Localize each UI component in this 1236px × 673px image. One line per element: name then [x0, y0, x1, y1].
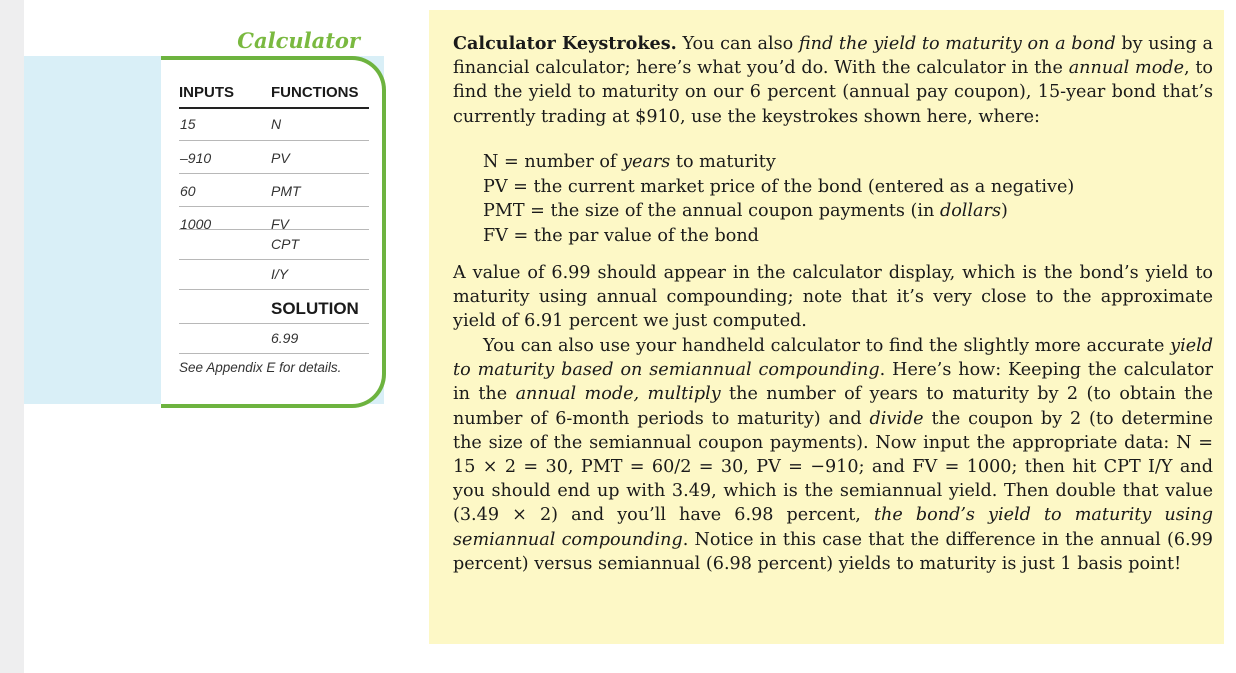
- row-divider: [179, 140, 369, 141]
- input-cell-pmt: 60: [180, 183, 196, 199]
- function-cell-iy: I/Y: [271, 266, 289, 282]
- header-rule: [179, 107, 369, 109]
- input-cell-pv: –910: [180, 150, 212, 166]
- function-cell-pv: PV: [271, 150, 290, 166]
- definition-fv: FV = the par value of the bond: [483, 226, 759, 246]
- row-divider: [179, 259, 369, 260]
- solution-header: SOLUTION: [271, 299, 359, 318]
- row-divider: [179, 229, 369, 230]
- function-cell-n: N: [271, 116, 282, 132]
- section-heading: Calculator Keystrokes.: [453, 33, 677, 54]
- intro-paragraph: Calculator Keystrokes. You can also find…: [453, 32, 1213, 129]
- function-cell-cpt: CPT: [271, 236, 299, 252]
- function-cell-pmt: PMT: [271, 183, 301, 199]
- solution-value: 6.99: [271, 330, 299, 346]
- row-divider: [179, 323, 369, 324]
- definition-pv: PV = the current market price of the bon…: [483, 177, 1075, 197]
- row-divider: [179, 173, 369, 174]
- row-divider: [179, 353, 369, 354]
- functions-column-header: FUNCTIONS: [271, 84, 359, 101]
- definition-n: N = number of years to maturity: [483, 152, 776, 172]
- result-paragraph: A value of 6.99 should appear in the cal…: [453, 263, 1213, 332]
- row-divider: [179, 289, 369, 290]
- inputs-column-header: INPUTS: [179, 84, 235, 101]
- semiannual-paragraph: You can also use your handheld calculato…: [453, 336, 1214, 574]
- row-divider: [179, 206, 369, 207]
- calculator-title: Calculator: [237, 28, 360, 53]
- input-cell-n: 15: [180, 116, 196, 132]
- left-margin-strip: [0, 0, 24, 673]
- calculator-keystroke-panel: [161, 56, 386, 408]
- definition-pmt: PMT = the size of the annual coupon paym…: [483, 201, 1008, 221]
- appendix-note: See Appendix E for details.: [179, 360, 342, 375]
